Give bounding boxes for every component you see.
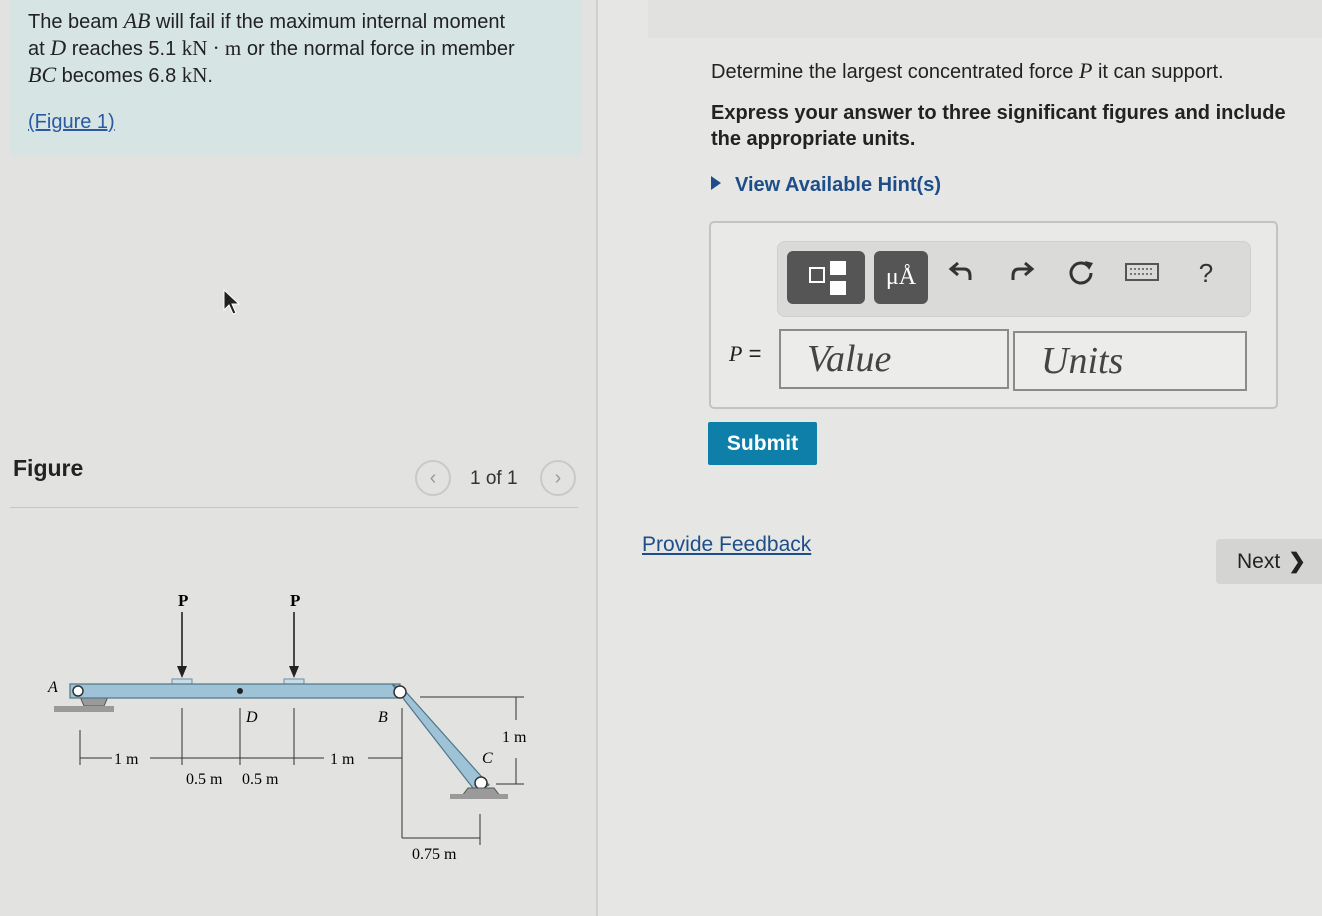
answer-instructions: Express your answer to three significant… bbox=[711, 102, 1286, 150]
units-button[interactable]: μÅ bbox=[874, 251, 928, 304]
units-input[interactable]: Units bbox=[1013, 331, 1247, 391]
mouse-cursor-icon bbox=[223, 288, 241, 315]
beam-variable: AB bbox=[123, 8, 151, 33]
dim-label-1m-mid: 1 m bbox=[330, 751, 355, 768]
dim-label-1m-left: 1 m bbox=[114, 751, 139, 768]
point-b-label: B bbox=[378, 709, 388, 726]
load-arrowhead-right bbox=[289, 666, 299, 678]
redo-icon bbox=[1011, 261, 1035, 280]
force-variable: P bbox=[1078, 58, 1093, 83]
next-button[interactable]: Next ❯ bbox=[1216, 539, 1322, 584]
answer-panel: μÅ ? P = Value Units bbox=[709, 221, 1278, 409]
chevron-right-icon: ❯ bbox=[1288, 550, 1306, 573]
help-button[interactable]: ? bbox=[1186, 258, 1226, 289]
figure-heading: Figure bbox=[13, 455, 84, 481]
templates-icon bbox=[807, 260, 846, 295]
caret-right-icon bbox=[711, 176, 721, 190]
figure-link[interactable]: (Figure 1) bbox=[28, 111, 115, 134]
chevron-right-icon: › bbox=[554, 466, 562, 489]
reset-icon bbox=[1069, 261, 1093, 285]
dim-label-05-b: 0.5 m bbox=[242, 771, 279, 788]
support-c-ground bbox=[450, 794, 508, 799]
next-figure-button[interactable]: › bbox=[540, 460, 576, 496]
hints-label: View Available Hint(s) bbox=[735, 174, 941, 196]
problem-text-part: reaches 5.1 bbox=[66, 38, 182, 60]
force-unit: kN bbox=[181, 63, 208, 87]
prev-figure-button[interactable]: ‹ bbox=[415, 460, 451, 496]
view-hints-toggle[interactable]: View Available Hint(s) bbox=[711, 174, 941, 197]
value-input[interactable]: Value bbox=[779, 329, 1009, 389]
problem-text-part: . bbox=[207, 65, 213, 87]
next-button-label: Next bbox=[1237, 549, 1281, 573]
question-text: Determine the largest concentrated force… bbox=[711, 58, 1224, 84]
pin-a bbox=[72, 685, 84, 697]
point-c-label: C bbox=[482, 750, 493, 767]
reset-button[interactable] bbox=[1061, 258, 1101, 293]
problem-text-part: at bbox=[28, 38, 51, 60]
problem-text-part: becomes 6.8 bbox=[56, 65, 182, 87]
units-button-label: μÅ bbox=[885, 264, 917, 290]
dim-label-075: 0.75 m bbox=[412, 846, 457, 863]
chevron-left-icon: ‹ bbox=[429, 466, 437, 489]
math-toolbar: μÅ ? bbox=[777, 241, 1251, 317]
question-text-part: Determine the largest concentrated force bbox=[711, 61, 1079, 83]
templates-button[interactable] bbox=[787, 251, 865, 304]
pin-c bbox=[474, 776, 488, 790]
figure-pager: 1 of 1 bbox=[470, 468, 518, 489]
load-arrowhead-left bbox=[177, 666, 187, 678]
answer-label: P = bbox=[729, 341, 761, 367]
member-bc bbox=[391, 683, 490, 793]
load-label-right: P bbox=[290, 591, 300, 610]
undo-icon bbox=[948, 261, 972, 280]
problem-statement: The beam AB will fail if the maximum int… bbox=[10, 0, 582, 156]
load-label-left: P bbox=[178, 591, 188, 610]
point-d-label: D bbox=[245, 709, 258, 726]
answer-variable: P bbox=[729, 341, 743, 366]
beam-ab bbox=[69, 683, 401, 699]
dim-label-05-a: 0.5 m bbox=[186, 771, 223, 788]
header-strip bbox=[648, 0, 1322, 38]
problem-text-part: will fail if the maximum internal moment bbox=[150, 11, 506, 33]
problem-text: The beam AB will fail if the maximum int… bbox=[28, 8, 564, 89]
right-pane: Determine the largest concentrated force… bbox=[598, 0, 1322, 916]
provide-feedback-link[interactable]: Provide Feedback bbox=[642, 533, 811, 557]
keyboard-button[interactable] bbox=[1122, 258, 1162, 290]
undo-button[interactable] bbox=[941, 258, 981, 291]
point-a-label: A bbox=[47, 679, 58, 696]
beam-figure: P P A D B C 1 m 0.5 m 0.5 m 1 m 1 m 0.75… bbox=[47, 591, 527, 863]
figure-divider bbox=[10, 507, 578, 508]
support-a-ground bbox=[54, 706, 114, 712]
member-variable: BC bbox=[28, 62, 57, 87]
left-pane: The beam AB will fail if the maximum int… bbox=[0, 0, 596, 916]
point-d-marker bbox=[237, 688, 243, 694]
pin-b bbox=[393, 685, 407, 699]
problem-text-part: The beam bbox=[28, 11, 124, 33]
redo-button[interactable] bbox=[1002, 258, 1042, 291]
problem-text-part: or the normal force in member bbox=[241, 38, 515, 60]
moment-unit: kN · m bbox=[181, 36, 242, 60]
answer-equals: = bbox=[742, 341, 762, 366]
help-icon: ? bbox=[1198, 258, 1214, 288]
dim-label-1m-vert: 1 m bbox=[502, 729, 527, 746]
question-text-part: it can support. bbox=[1092, 61, 1224, 83]
submit-button[interactable]: Submit bbox=[708, 422, 817, 465]
keyboard-icon bbox=[1125, 263, 1159, 281]
point-variable: D bbox=[50, 35, 67, 60]
